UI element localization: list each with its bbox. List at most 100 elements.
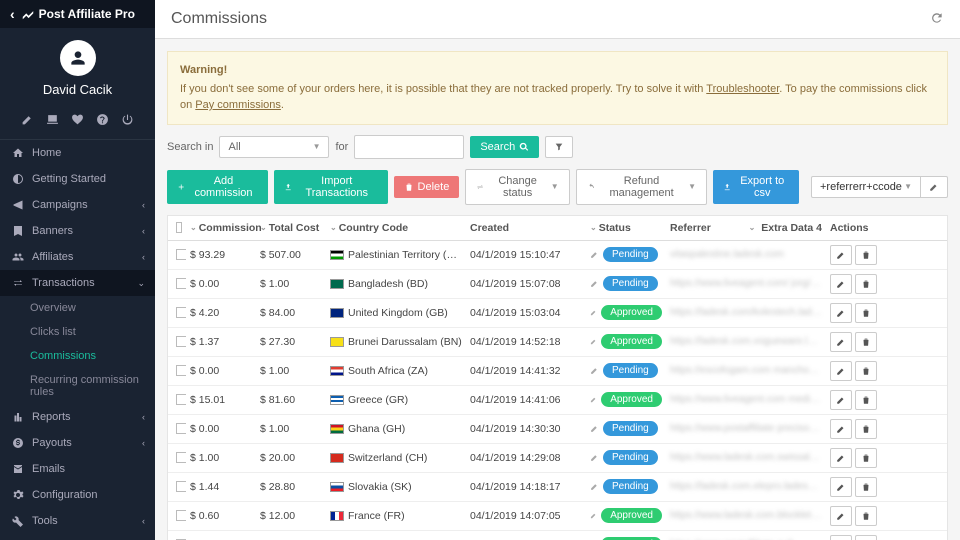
edit-icon[interactable] xyxy=(590,453,599,462)
row-edit-button[interactable] xyxy=(830,303,852,323)
row-delete-button[interactable] xyxy=(855,303,877,323)
edit-icon[interactable] xyxy=(590,366,599,375)
nav-payouts[interactable]: Payouts‹ xyxy=(0,430,155,456)
view-edit-button[interactable] xyxy=(921,176,948,198)
row-edit-button[interactable] xyxy=(830,245,852,265)
nav-configuration[interactable]: Configuration xyxy=(0,482,155,508)
row-edit-button[interactable] xyxy=(830,535,852,540)
row-delete-button[interactable] xyxy=(855,245,877,265)
nav-affiliates[interactable]: Affiliates‹ xyxy=(0,244,155,270)
brand-logo[interactable]: Post Affiliate Pro xyxy=(21,7,135,21)
col-created[interactable]: Created xyxy=(466,216,586,240)
row-edit-button[interactable] xyxy=(830,361,852,381)
row-edit-button[interactable] xyxy=(830,477,852,497)
row-delete-button[interactable] xyxy=(855,419,877,439)
col-commission[interactable]: ⌄Commission xyxy=(186,216,256,240)
subnav-overview[interactable]: Overview xyxy=(0,296,155,320)
row-checkbox[interactable] xyxy=(176,336,186,347)
edit-icon[interactable] xyxy=(590,337,597,346)
row-edit-button[interactable] xyxy=(830,448,852,468)
row-edit-button[interactable] xyxy=(830,506,852,526)
edit-icon[interactable] xyxy=(21,113,34,129)
search-button[interactable]: Search xyxy=(470,136,539,158)
cell-total: $ 27.30 xyxy=(256,332,326,352)
search-input[interactable] xyxy=(354,135,464,159)
filter-button[interactable] xyxy=(545,136,573,158)
row-edit-button[interactable] xyxy=(830,274,852,294)
avatar[interactable] xyxy=(60,40,96,76)
edit-icon[interactable] xyxy=(590,395,597,404)
nav-reports[interactable]: Reports‹ xyxy=(0,404,155,430)
edit-icon[interactable] xyxy=(590,279,599,288)
row-checkbox[interactable] xyxy=(176,365,186,376)
row-delete-button[interactable] xyxy=(855,477,877,497)
cell-referrer: https://ladesk.com.elepro.ladesk.com xyxy=(666,477,826,496)
row-delete-button[interactable] xyxy=(855,506,877,526)
row-edit-button[interactable] xyxy=(830,332,852,352)
row-edit-button[interactable] xyxy=(830,419,852,439)
select-all-checkbox[interactable] xyxy=(176,222,182,233)
cell-country: Greece (GR) xyxy=(326,390,466,410)
change-status-button[interactable]: Change status▼ xyxy=(465,169,569,205)
row-delete-button[interactable] xyxy=(855,361,877,381)
nav-home[interactable]: Home xyxy=(0,140,155,166)
row-checkbox[interactable] xyxy=(176,423,186,434)
edit-icon[interactable] xyxy=(590,250,599,259)
help-icon[interactable] xyxy=(96,113,109,129)
troubleshooter-link[interactable]: Troubleshooter xyxy=(706,83,779,95)
table-row: $ 4.20$ 84.00United Kingdom (GB)04/1/201… xyxy=(168,299,947,328)
row-delete-button[interactable] xyxy=(855,390,877,410)
warning-box: Warning! If you don't see some of your o… xyxy=(167,51,948,125)
pay-commissions-link[interactable]: Pay commissions xyxy=(195,99,281,111)
cell-country: Switzerland (CH) xyxy=(326,448,466,468)
cell-actions xyxy=(826,502,884,530)
desktop-icon[interactable] xyxy=(46,113,59,129)
row-checkbox[interactable] xyxy=(176,481,186,492)
row-delete-button[interactable] xyxy=(855,535,877,540)
row-checkbox[interactable] xyxy=(176,394,186,405)
nav-offline[interactable]: Offline sale xyxy=(0,534,155,540)
table-row: $ 15.01$ 81.60Greece (GR)04/1/2019 14:41… xyxy=(168,386,947,415)
col-referrer[interactable]: Referrer⌄Extra Data 4 xyxy=(666,216,826,240)
refresh-icon[interactable] xyxy=(930,11,944,28)
nav-transactions[interactable]: Transactions⌄ xyxy=(0,270,155,296)
content: Warning! If you don't see some of your o… xyxy=(155,39,960,540)
nav-banners[interactable]: Banners‹ xyxy=(0,218,155,244)
row-checkbox[interactable] xyxy=(176,307,186,318)
nav-getting-started[interactable]: Getting Started xyxy=(0,166,155,192)
edit-icon[interactable] xyxy=(590,482,599,491)
cell-actions xyxy=(826,328,884,356)
nav-campaigns[interactable]: Campaigns‹ xyxy=(0,192,155,218)
refund-button[interactable]: Refund management▼ xyxy=(576,169,707,205)
export-button[interactable]: Export to csv xyxy=(713,170,799,204)
col-country[interactable]: ⌄Country Code xyxy=(326,216,466,240)
edit-icon[interactable] xyxy=(590,308,597,317)
col-status[interactable]: ⌄Status xyxy=(586,216,666,240)
row-checkbox[interactable] xyxy=(176,452,186,463)
col-actions: Actions xyxy=(826,216,884,240)
delete-button[interactable]: Delete xyxy=(394,176,460,198)
view-select[interactable]: +referrerr+ccode▼ xyxy=(811,176,921,198)
row-checkbox[interactable] xyxy=(176,278,186,289)
row-delete-button[interactable] xyxy=(855,448,877,468)
nav-emails[interactable]: Emails xyxy=(0,456,155,482)
heart-icon[interactable] xyxy=(71,113,84,129)
subnav-recurring[interactable]: Recurring commission rules xyxy=(0,368,155,404)
cell-actions xyxy=(826,241,884,269)
edit-icon[interactable] xyxy=(590,511,597,520)
nav-tools[interactable]: Tools‹ xyxy=(0,508,155,534)
edit-icon[interactable] xyxy=(590,424,599,433)
import-button[interactable]: Import Transactions xyxy=(274,170,388,204)
row-edit-button[interactable] xyxy=(830,390,852,410)
col-total[interactable]: ⌄Total Cost xyxy=(256,216,326,240)
row-delete-button[interactable] xyxy=(855,274,877,294)
subnav-commissions[interactable]: Commissions xyxy=(0,344,155,368)
row-checkbox[interactable] xyxy=(176,249,186,260)
back-icon[interactable]: ‹ xyxy=(10,6,15,22)
subnav-clicks[interactable]: Clicks list xyxy=(0,320,155,344)
power-icon[interactable] xyxy=(121,113,134,129)
add-commission-button[interactable]: Add commission xyxy=(167,170,268,204)
row-checkbox[interactable] xyxy=(176,510,186,521)
row-delete-button[interactable] xyxy=(855,332,877,352)
search-in-select[interactable]: All▼ xyxy=(219,136,329,158)
